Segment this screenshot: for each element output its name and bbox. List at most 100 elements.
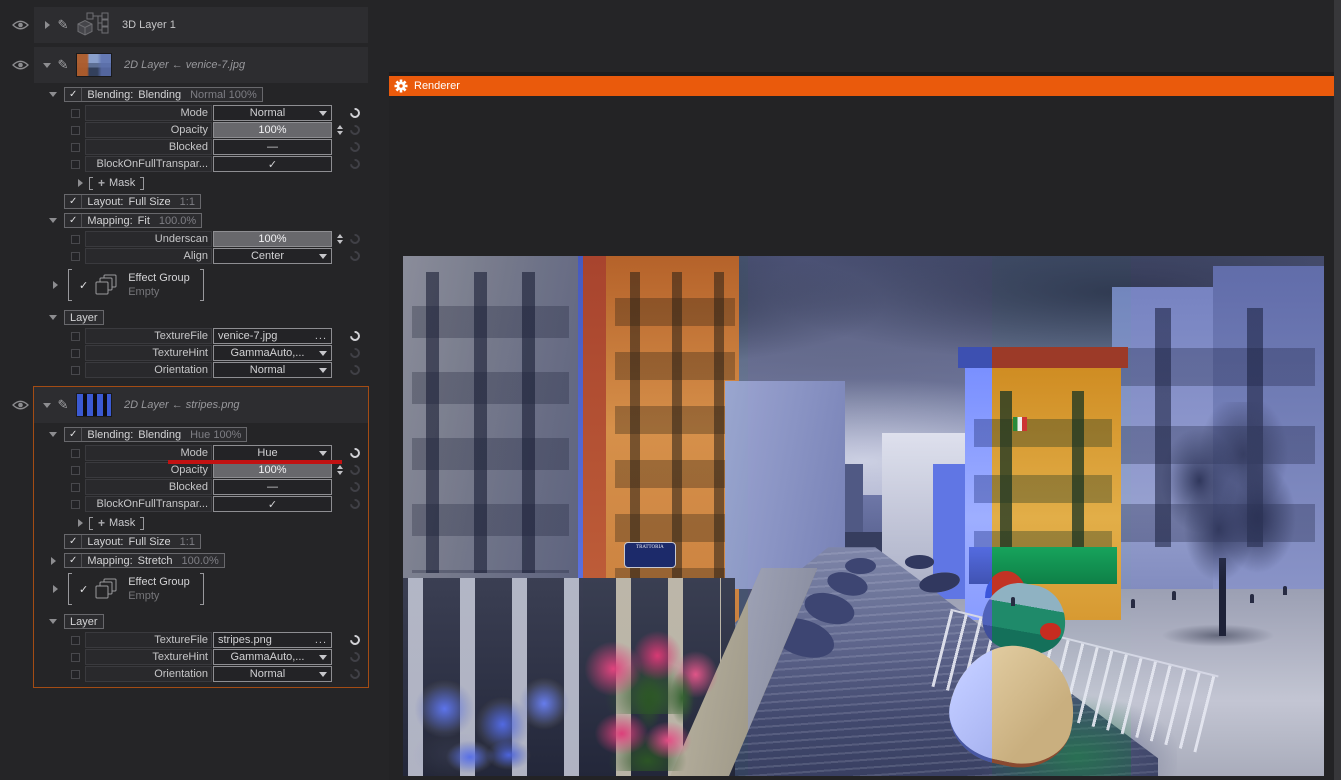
right-panel-edge[interactable] [1334,0,1341,780]
collapse-icon[interactable] [49,92,57,97]
texture-hint-checkbox[interactable] [71,653,80,662]
reset-icon[interactable] [348,346,362,360]
reset-icon[interactable] [348,650,362,664]
visibility-eye-icon[interactable] [12,59,29,71]
texture-file-checkbox[interactable] [71,332,80,341]
enabled-check[interactable]: ✓ [65,88,82,101]
opacity-checkbox[interactable] [71,466,80,475]
opacity-field[interactable]: 100% [213,122,332,138]
reset-icon[interactable] [348,497,362,511]
edit-pencil-icon[interactable]: ✎ [54,17,72,33]
align-dropdown[interactable]: Center [213,248,332,264]
layer-row-venice[interactable]: ✎ 2D Layer ← venice-7.jpg [34,47,368,83]
texture-hint-checkbox[interactable] [71,349,80,358]
layout-header-box[interactable]: ✓ Layout: Full Size 1:1 [64,534,201,549]
mode-dropdown[interactable]: Normal [213,105,332,121]
expand-icon[interactable] [78,179,83,187]
block-on-full-checkbox[interactable] [71,500,80,509]
reset-icon[interactable] [348,363,362,377]
mapping-header-box[interactable]: ✓ Mapping: Fit 100.0% [64,213,202,228]
reset-icon[interactable] [348,446,362,460]
hue-stripe-overlay [748,256,992,776]
expand-icon[interactable] [53,281,58,289]
reset-icon[interactable] [348,667,362,681]
edit-pencil-icon[interactable]: ✎ [54,57,72,73]
enabled-check[interactable]: ✓ [65,428,82,441]
blending-header-box[interactable]: ✓ Blending: Blending Hue 100% [64,427,247,442]
underscan-checkbox[interactable] [71,235,80,244]
blocked-checkbox[interactable] [71,143,80,152]
reset-icon[interactable] [348,633,362,647]
opacity-field[interactable]: 100% [213,462,332,478]
layer-header-box[interactable]: Layer [64,614,104,629]
collapse-icon[interactable] [43,403,51,408]
reset-icon[interactable] [348,123,362,137]
expand-icon[interactable] [78,519,83,527]
reset-icon[interactable] [348,106,362,120]
reset-icon[interactable] [348,157,362,171]
reset-icon[interactable] [348,480,362,494]
visibility-eye-icon[interactable] [12,19,29,31]
collapse-icon[interactable] [49,315,57,320]
reset-icon[interactable] [348,232,362,246]
expand-icon[interactable] [45,21,50,29]
orientation-dropdown[interactable]: Normal [213,362,332,378]
browse-button[interactable]: ... [315,330,327,342]
layer-row-stripes[interactable]: ✎ 2D Layer ← stripes.png [34,387,368,423]
layer-header-box[interactable]: Layer [64,310,104,325]
texture-hint-dropdown[interactable]: GammaAuto,... [213,345,332,361]
enabled-check[interactable]: ✓ [79,583,88,596]
mode-dropdown[interactable]: Hue [213,445,332,461]
effect-group-row[interactable]: ✓ Effect Group Empty [48,267,368,303]
reset-icon[interactable] [348,329,362,343]
orientation-checkbox[interactable] [71,670,80,679]
opacity-checkbox[interactable] [71,126,80,135]
orientation-checkbox[interactable] [71,366,80,375]
value-stepper[interactable] [334,465,345,475]
visibility-eye-icon[interactable] [12,399,29,411]
block-on-full-checkbox[interactable] [71,160,80,169]
texture-file-checkbox[interactable] [71,636,80,645]
enabled-check[interactable]: ✓ [79,279,88,292]
enabled-check[interactable]: ✓ [65,554,82,567]
expand-icon[interactable] [53,585,58,593]
texture-hint-label: TextureHint [85,345,212,361]
edit-pencil-icon[interactable]: ✎ [54,397,72,413]
mode-checkbox[interactable] [71,449,80,458]
blending-header-box[interactable]: ✓ Blending: Blending Normal 100% [64,87,263,102]
orientation-dropdown[interactable]: Normal [213,666,332,682]
value-stepper[interactable] [334,125,345,135]
mode-checkbox[interactable] [71,109,80,118]
enabled-check[interactable]: ✓ [65,535,82,548]
layer-row-3d[interactable]: ✎ 3D Layer 1 [34,7,368,43]
enabled-check[interactable]: ✓ [65,214,82,227]
plus-icon[interactable]: + [98,176,105,190]
effect-group-row[interactable]: ✓ Effect Group Empty [48,571,368,607]
value-stepper[interactable] [334,234,345,244]
mapping-header-box[interactable]: ✓ Mapping: Stretch 100.0% [64,553,225,568]
underscan-field[interactable]: 100% [213,231,332,247]
block-on-full-field[interactable]: ✓ [213,156,332,172]
gear-icon[interactable] [394,79,408,93]
renderer-panel-header[interactable]: Renderer [389,76,1334,96]
collapse-icon[interactable] [43,63,51,68]
expand-icon[interactable] [51,557,56,565]
blocked-field[interactable]: — [213,139,332,155]
layout-header-box[interactable]: ✓ Layout: Full Size 1:1 [64,194,201,209]
texture-hint-dropdown[interactable]: GammaAuto,... [213,649,332,665]
collapse-icon[interactable] [49,432,57,437]
browse-button[interactable]: ... [315,634,327,646]
blocked-checkbox[interactable] [71,483,80,492]
collapse-icon[interactable] [49,619,57,624]
reset-icon[interactable] [348,249,362,263]
texture-file-field[interactable]: stripes.png... [213,632,332,648]
block-on-full-field[interactable]: ✓ [213,496,332,512]
blocked-field[interactable]: — [213,479,332,495]
reset-icon[interactable] [348,140,362,154]
texture-file-field[interactable]: venice-7.jpg... [213,328,332,344]
align-checkbox[interactable] [71,252,80,261]
reset-icon[interactable] [348,463,362,477]
collapse-icon[interactable] [49,218,57,223]
plus-icon[interactable]: + [98,516,105,530]
enabled-check[interactable]: ✓ [65,195,82,208]
